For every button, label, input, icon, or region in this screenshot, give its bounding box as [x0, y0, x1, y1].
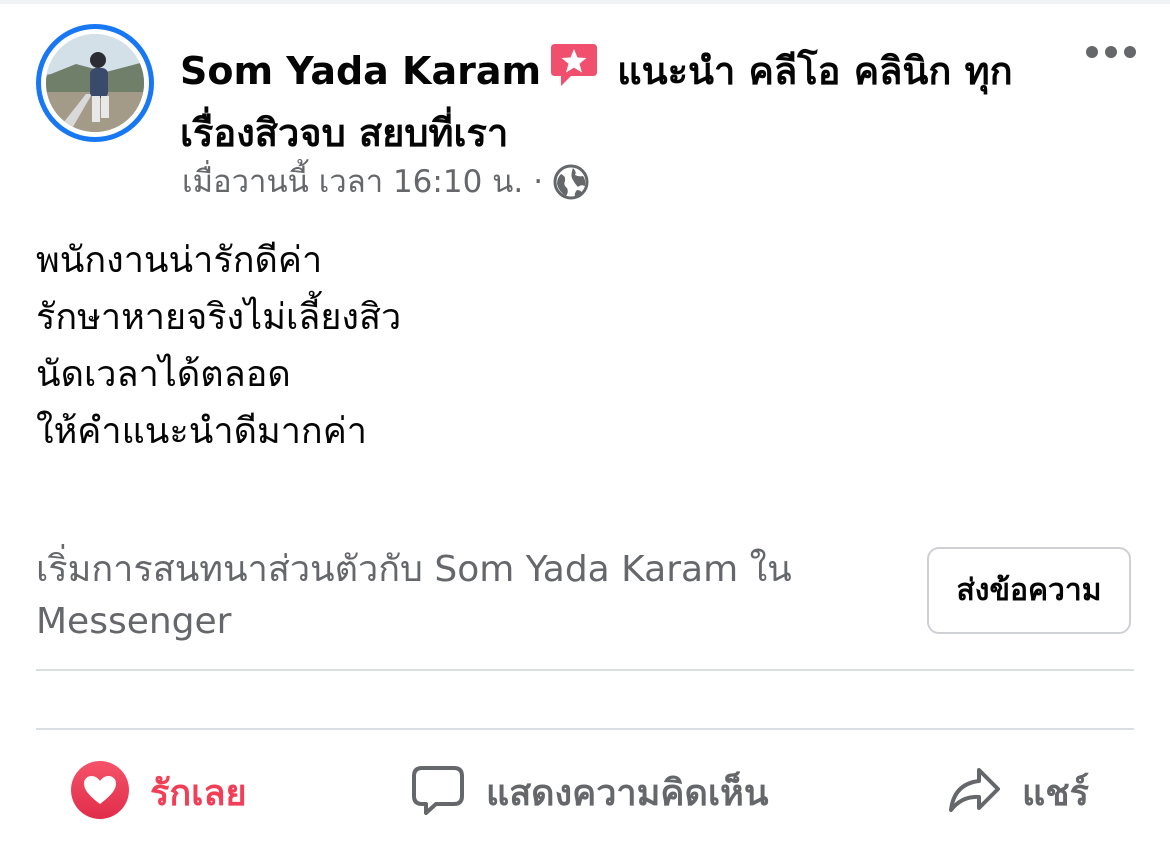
send-message-button[interactable]: ส่งข้อความ: [927, 547, 1131, 634]
share-label: แชร์: [1022, 772, 1089, 814]
post-header: Som Yada Karam แนะนำ คลีโอ คลินิก ทุกเรื…: [180, 40, 1060, 161]
comment-label: แสดงความคิดเห็น: [486, 772, 769, 814]
post-body: พนักงานน่ารักดีค่า รักษาหายจริงไม่เลี้ยง…: [36, 232, 401, 460]
author-name[interactable]: Som Yada Karam: [180, 49, 541, 93]
divider: [36, 728, 1134, 730]
author-avatar[interactable]: [36, 24, 154, 142]
love-reaction-button[interactable]: รักเลย: [70, 752, 247, 832]
globe-icon: [553, 164, 589, 212]
more-options-icon[interactable]: [1086, 42, 1136, 62]
share-button[interactable]: แชร์: [946, 752, 1089, 832]
action-bar: รักเลย แสดงความคิดเห็น แชร์: [0, 752, 1170, 832]
post-body-line: นัดเวลาได้ตลอด: [36, 354, 291, 395]
heart-icon: [70, 760, 130, 824]
top-separator: [0, 0, 1170, 4]
post-timestamp[interactable]: เมื่อวานนี้ เวลา 16:10 น.: [182, 164, 523, 200]
divider: [36, 669, 1134, 671]
post-body-line: รักษาหายจริงไม่เลี้ยงสิว: [36, 297, 402, 338]
post-meta: เมื่อวานนี้ เวลา 16:10 น. ·: [182, 160, 589, 212]
comment-icon: [410, 762, 466, 822]
comment-button[interactable]: แสดงความคิดเห็น: [410, 752, 768, 832]
recommendation-star-icon: [549, 40, 599, 105]
avatar-photo: [46, 34, 144, 132]
messenger-prompt: เริ่มการสนทนาส่วนตัวกับ Som Yada Karam ใ…: [36, 549, 792, 642]
post-body-line: พนักงานน่ารักดีค่า: [36, 240, 323, 281]
share-icon: [946, 762, 1002, 822]
post-body-line: ให้คำแนะนำดีมากค่า: [36, 411, 367, 452]
meta-separator: ·: [533, 164, 544, 200]
love-label: รักเลย: [150, 772, 247, 814]
